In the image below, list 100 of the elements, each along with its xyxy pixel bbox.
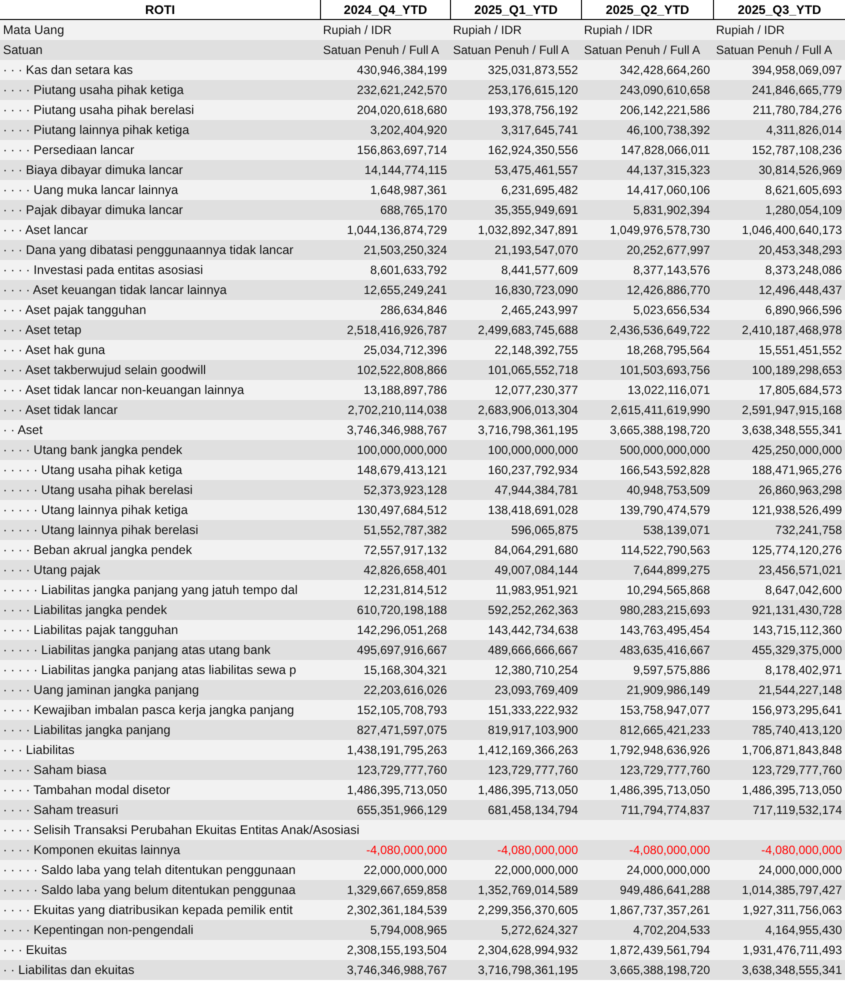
table-cell: 12,231,814,512 [320,580,450,600]
table-cell: 100,000,000,000 [450,440,581,460]
table-cell: 5,831,902,394 [581,200,713,220]
table-cell: 15,168,304,321 [320,660,450,680]
table-cell: 1,280,054,109 [713,200,845,220]
table-cell: 688,765,170 [320,200,450,220]
table-cell: 425,250,000,000 [713,440,845,460]
table-cell: 1,648,987,361 [320,180,450,200]
row-label: · · · · Liabilitas jangka pendek [0,600,320,620]
table-cell: 72,557,917,132 [320,540,450,560]
table-cell: 1,872,439,561,794 [581,940,713,960]
table-cell: 123,729,777,760 [713,760,845,780]
table-cell: 22,000,000,000 [450,860,581,880]
table-cell: 123,729,777,760 [320,760,450,780]
row-label: · · · · Saham treasuri [0,800,320,820]
table-cell: 495,697,916,667 [320,640,450,660]
row-label: · · · · · Utang lainnya pihak berelasi [0,520,320,540]
row-label: · · · · Kewajiban imbalan pasca kerja jangka panjang [0,700,320,720]
row-label: · · · · · Utang usaha pihak berelasi [0,480,320,500]
table-cell: 2,591,947,915,168 [713,400,845,420]
table-cell: 123,729,777,760 [581,760,713,780]
table-cell: 13,022,116,071 [581,380,713,400]
table-cell: 21,503,250,324 [320,240,450,260]
table-cell: 921,131,430,728 [713,600,845,620]
table-cell: 20,453,348,293 [713,240,845,260]
table-cell: 22,203,616,026 [320,680,450,700]
table-cell: 23,093,769,409 [450,680,581,700]
row-label: · · · Aset tidak lancar [0,400,320,420]
table-cell: 538,139,071 [581,520,713,540]
row-label: · · · Dana yang dibatasi penggunaannya tidak lancar [0,240,320,260]
table-cell: 1,486,395,713,050 [320,780,450,800]
table-cell: 819,917,103,900 [450,720,581,740]
table-cell: 2,410,187,468,978 [713,320,845,340]
table-cell: 52,373,923,128 [320,480,450,500]
table-cell: 12,496,448,437 [713,280,845,300]
row-label: · · · · · Liabilitas jangka panjang yang jatuh tempo dal [0,580,320,600]
table-cell: 5,272,624,327 [450,920,581,940]
table-cell: 22,000,000,000 [320,860,450,880]
table-cell: 455,329,375,000 [713,640,845,660]
table-cell: -4,080,000,000 [581,840,713,860]
table-cell: 1,046,400,640,173 [713,220,845,240]
row-label: Satuan [0,40,320,60]
table-cell: 596,065,875 [450,520,581,540]
table-cell: 206,142,221,586 [581,100,713,120]
row-label: · · Liabilitas dan ekuitas [0,960,320,980]
table-cell: -4,080,000,000 [450,840,581,860]
table-cell: 24,000,000,000 [713,860,845,880]
table-cell: 717,119,532,174 [713,800,845,820]
table-cell: 152,787,108,236 [713,140,845,160]
table-cell: 2,302,361,184,539 [320,900,450,920]
row-label: Mata Uang [0,20,320,40]
table-cell: 20,252,677,997 [581,240,713,260]
row-label: · · · Aset tidak lancar non-keuangan lainnya [0,380,320,400]
table-cell: Satuan Penuh / Full A [581,40,713,60]
table-cell: 51,552,787,382 [320,520,450,540]
table-cell: 143,763,495,454 [581,620,713,640]
table-cell: 655,351,966,129 [320,800,450,820]
table-cell: 253,176,615,120 [450,80,581,100]
table-cell: 5,794,008,965 [320,920,450,940]
table-cell: 53,475,461,557 [450,160,581,180]
table-cell: 17,805,684,573 [713,380,845,400]
table-cell: 430,946,384,199 [320,60,450,80]
column-header: 2024_Q4_YTD [320,0,450,20]
table-cell: Rupiah / IDR [713,20,845,40]
row-label: · · · · Tambahan modal disetor [0,780,320,800]
row-label: · · · Aset hak guna [0,340,320,360]
table-cell: 2,304,628,994,932 [450,940,581,960]
table-cell: 46,100,738,392 [581,120,713,140]
table-cell: Satuan Penuh / Full A [450,40,581,60]
table-cell: 1,352,769,014,589 [450,880,581,900]
table-cell: 9,597,575,886 [581,660,713,680]
row-label: · · · Pajak dibayar dimuka lancar [0,200,320,220]
table-cell: Satuan Penuh / Full A [320,40,450,60]
table-cell: 21,544,227,148 [713,680,845,700]
table-cell: 232,621,242,570 [320,80,450,100]
row-label: · · · Ekuitas [0,940,320,960]
table-cell: 47,944,384,781 [450,480,581,500]
table-cell: 156,863,697,714 [320,140,450,160]
row-label: · · · Kas dan setara kas [0,60,320,80]
row-label: · · · · Liabilitas jangka panjang [0,720,320,740]
table-cell: 1,329,667,659,858 [320,880,450,900]
table-cell: 489,666,666,667 [450,640,581,660]
row-label: · · · Liabilitas [0,740,320,760]
table-cell: 30,814,526,969 [713,160,845,180]
table-cell: 14,144,774,115 [320,160,450,180]
table-cell: 812,665,421,233 [581,720,713,740]
table-cell: 40,948,753,509 [581,480,713,500]
table-cell: 1,927,311,756,063 [713,900,845,920]
row-label: · · · · Piutang usaha pihak berelasi [0,100,320,120]
table-cell: 2,499,683,745,688 [450,320,581,340]
table-cell: 2,702,210,114,038 [320,400,450,420]
table-cell: 2,308,155,193,504 [320,940,450,960]
table-cell: 1,044,136,874,729 [320,220,450,240]
table-cell: 143,715,112,360 [713,620,845,640]
row-label: · · · · Aset keuangan tidak lancar lainnya [0,280,320,300]
table-cell: 130,497,684,512 [320,500,450,520]
table-cell: 35,355,949,691 [450,200,581,220]
table-cell: 5,023,656,534 [581,300,713,320]
table-cell: 8,178,402,971 [713,660,845,680]
row-label: · · · Biaya dibayar dimuka lancar [0,160,320,180]
